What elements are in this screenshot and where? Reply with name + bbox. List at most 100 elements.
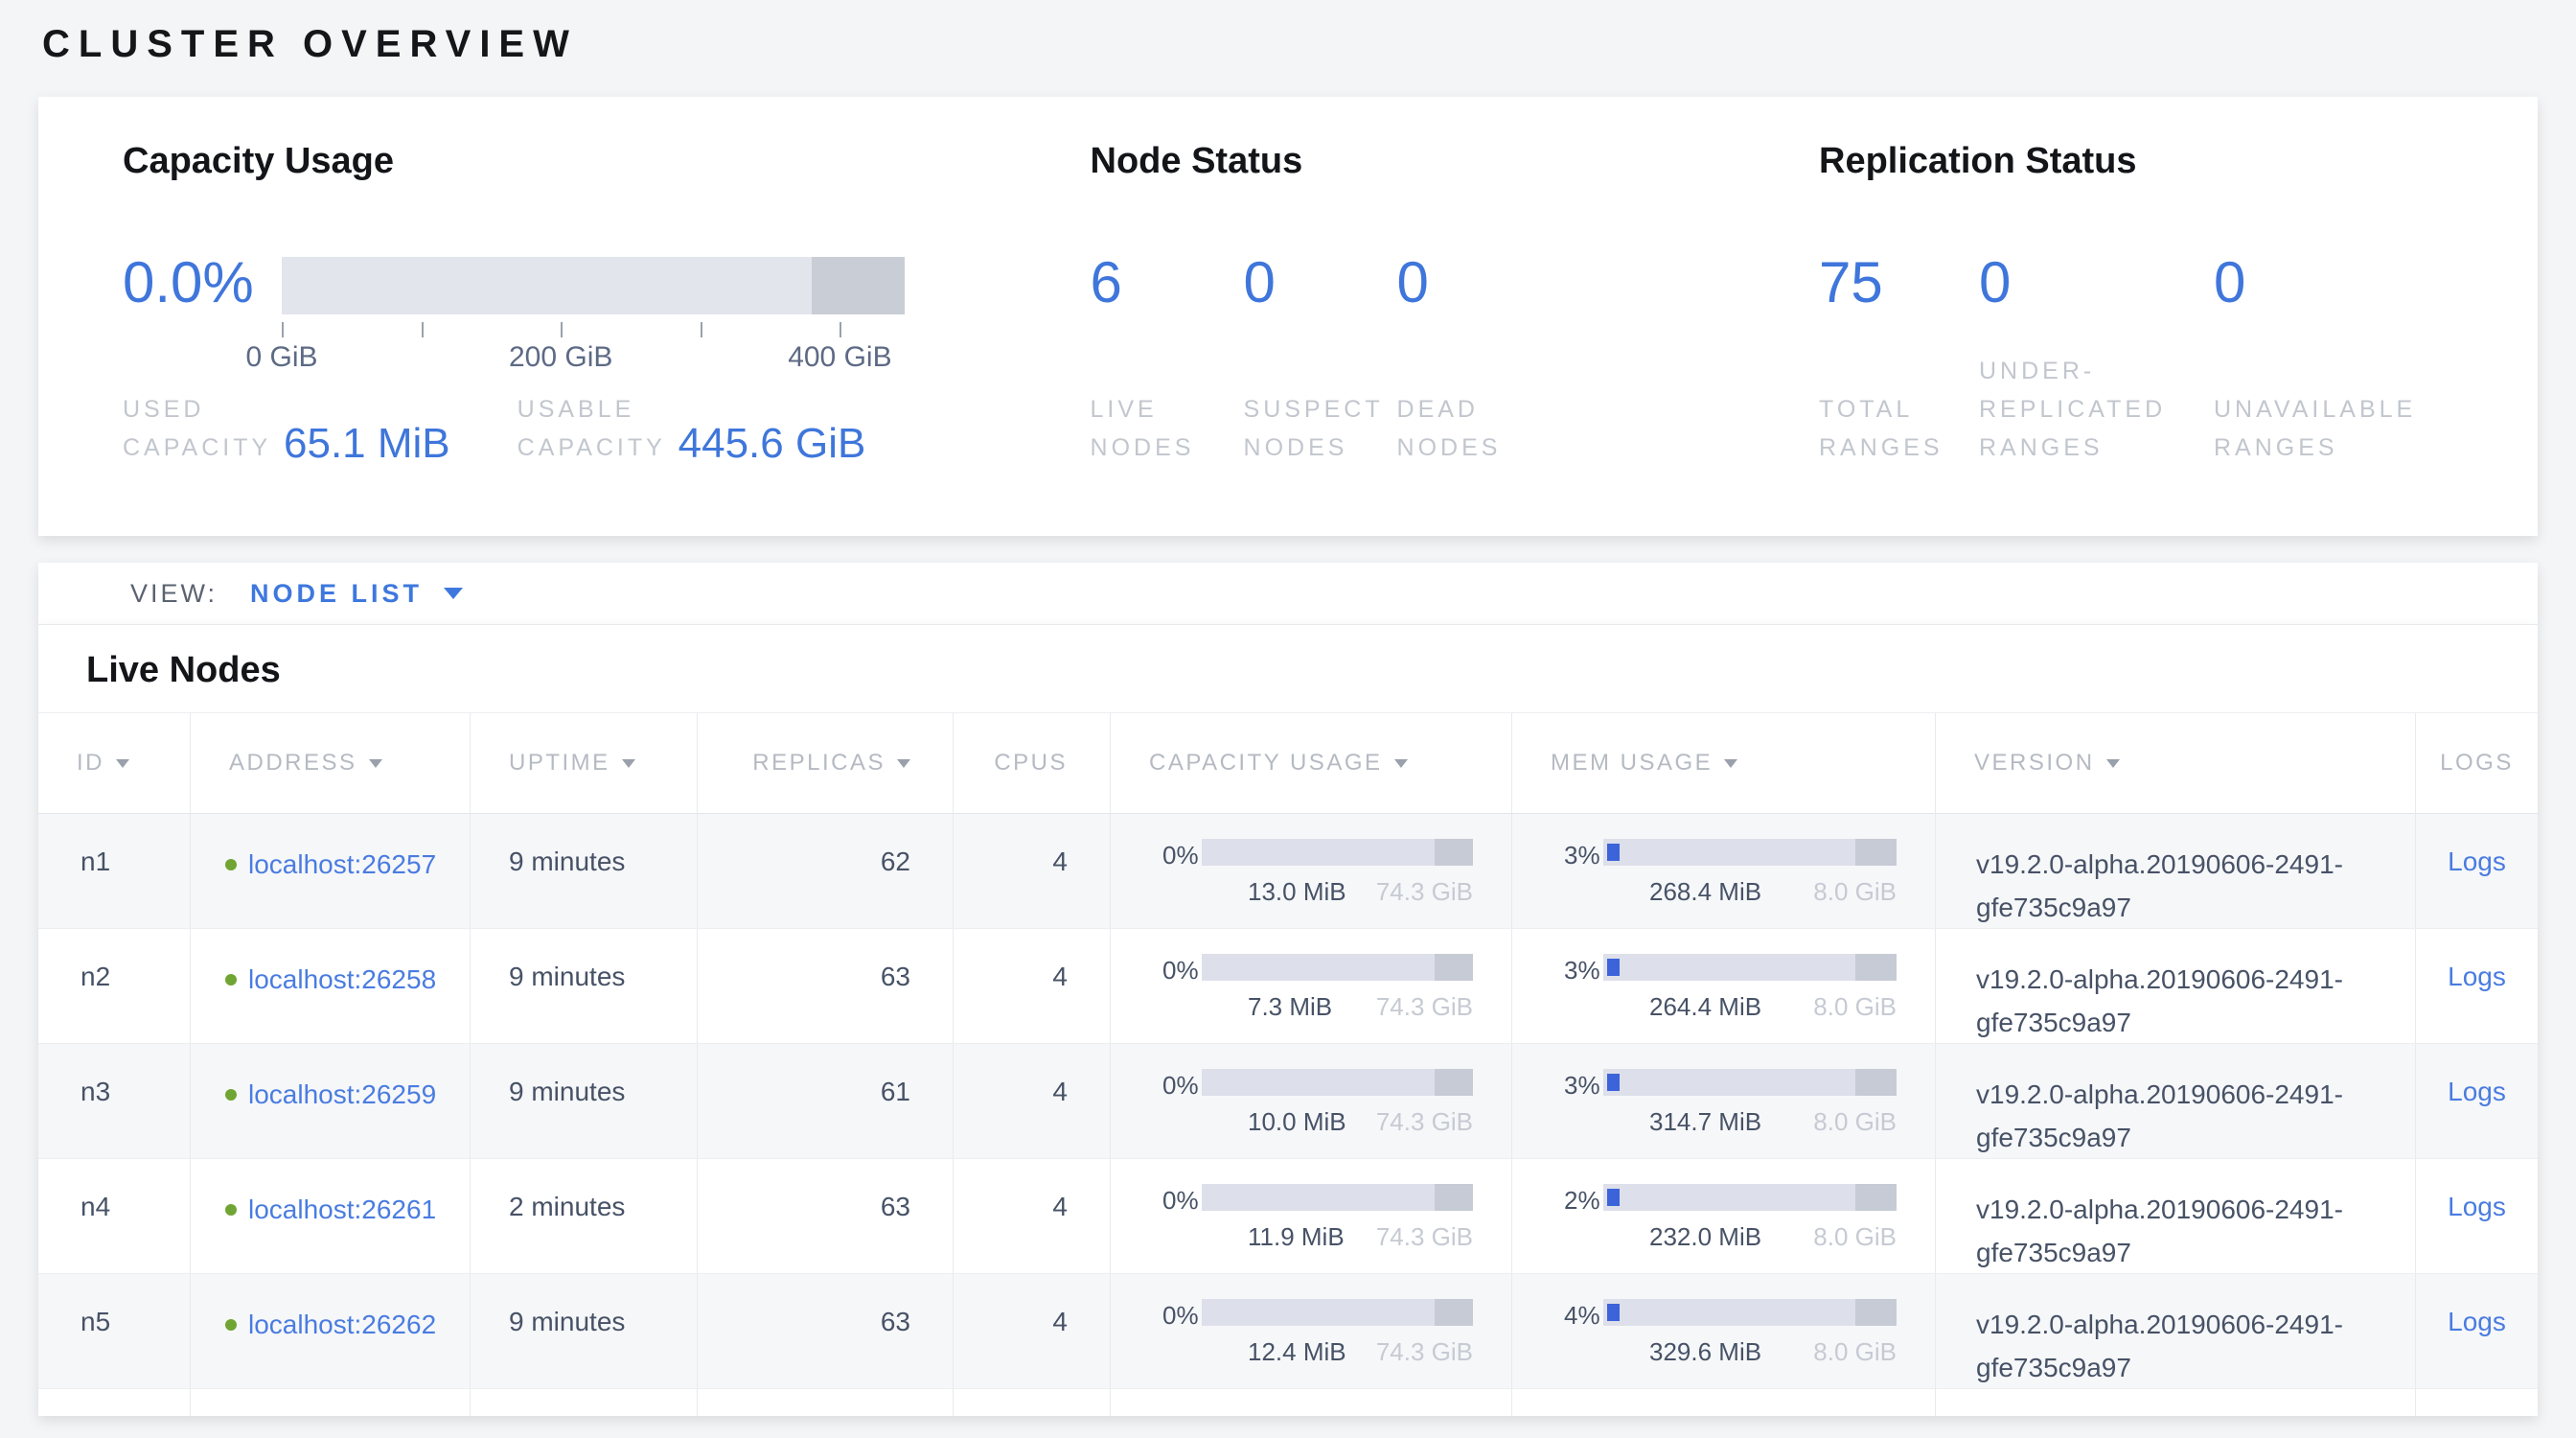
capacity-total-value: 74.3 GiB [1376, 992, 1473, 1022]
node-uptime-cell: 9 minutes [470, 929, 697, 1043]
capacity-total-value: 74.3 GiB [1376, 877, 1473, 907]
unavailable-ranges-metric: 0 UNAVAILABLE RANGES [2214, 251, 2453, 467]
axis-tick [282, 322, 284, 337]
logs-link[interactable]: Logs [2448, 847, 2506, 876]
node-cpus-cell: 4 [953, 929, 1110, 1043]
total-ranges-metric: 75 TOTAL RANGES [1819, 251, 1979, 467]
column-header-address[interactable]: ADDRESS [190, 713, 470, 813]
under-replicated-ranges-metric: 0 UNDER-REPLICATED RANGES [1979, 251, 2214, 467]
capacity-other-segment [1435, 839, 1473, 866]
mem-total-value: 8.0 GiB [1813, 1222, 1897, 1252]
column-header-mem-usage[interactable]: MEM USAGE [1511, 713, 1935, 813]
node-cpus-cell: 4 [953, 1044, 1110, 1158]
capacity-gauge: 0.0% 0 GiB 200 GiB 400 [123, 251, 1091, 374]
axis-tick [422, 322, 424, 337]
mem-usage-cell: 3% 264.4 MiB 8.0 GiB [1511, 929, 1935, 1043]
node-replicas-cell: 63 [697, 929, 953, 1043]
capacity-used-value: 11.9 MiB [1248, 1222, 1345, 1252]
node-address-link[interactable]: localhost:26262 [248, 1310, 436, 1339]
live-nodes-card: Live Nodes ID ADDRESS UPTIME REPLICAS CP… [38, 624, 2538, 1416]
usable-capacity-stat: USABLE CAPACITY 445.6 GiB [518, 390, 866, 467]
logs-link[interactable]: Logs [2448, 962, 2506, 991]
capacity-total-value: 74.3 GiB [1376, 1222, 1473, 1252]
mem-percent-label: 3% [1564, 839, 1603, 928]
node-id-cell: n3 [38, 1044, 190, 1158]
node-live-dot-icon [225, 1204, 237, 1216]
mem-used-fill [1607, 959, 1620, 976]
summary-card: Capacity Usage 0.0% 0 GiB [38, 97, 2538, 536]
capacity-usage-cell: 0% 10.0 MiB 74.3 GiB [1110, 1044, 1511, 1158]
axis-label: 400 GiB [788, 341, 891, 374]
capacity-total-value: 74.3 GiB [1376, 1107, 1473, 1137]
column-header-capacity-usage[interactable]: CAPACITY USAGE [1110, 713, 1511, 813]
capacity-axis-ticks [282, 314, 905, 337]
node-address-link[interactable]: localhost:26259 [248, 1079, 436, 1109]
capacity-percent-label: 0% [1162, 954, 1202, 1043]
node-logs-cell: Logs [2415, 1159, 2538, 1273]
column-header-replicas[interactable]: REPLICAS [697, 713, 953, 813]
table-row-partial [38, 1389, 2538, 1416]
mem-usage-bar [1603, 1184, 1897, 1211]
logs-link[interactable]: Logs [2448, 1307, 2506, 1336]
replication-status-metrics: 75 TOTAL RANGES 0 UNDER-REPLICATED RANGE… [1819, 251, 2453, 467]
capacity-total-value: 74.3 GiB [1376, 1337, 1473, 1367]
capacity-percent-label: 0% [1162, 839, 1202, 928]
table-row: n5 localhost:26262 9 minutes 63 4 0% 12.… [38, 1274, 2538, 1389]
node-address-link[interactable]: localhost:26261 [248, 1194, 436, 1224]
column-header-version[interactable]: VERSION [1935, 713, 2415, 813]
capacity-usage-bar [1202, 1184, 1473, 1211]
axis-tick [840, 322, 841, 337]
view-label: VIEW: [130, 579, 218, 609]
view-selected-value: NODE LIST [250, 579, 423, 609]
mem-used-value: 264.4 MiB [1649, 992, 1761, 1022]
mem-total-value: 8.0 GiB [1813, 1107, 1897, 1137]
column-header-id[interactable]: ID [38, 713, 190, 813]
capacity-other-segment [1435, 1184, 1473, 1211]
mem-used-fill [1607, 1074, 1620, 1091]
used-capacity-stat: USED CAPACITY 65.1 MiB [123, 390, 450, 467]
sort-arrow-icon [622, 759, 635, 768]
mem-usage-bar [1603, 1299, 1897, 1326]
capacity-usage-cell: 0% 11.9 MiB 74.3 GiB [1110, 1159, 1511, 1273]
live-nodes-label: LIVE NODES [1091, 390, 1225, 467]
live-nodes-metric: 6 LIVE NODES [1091, 251, 1244, 467]
capacity-other-segment [1435, 954, 1473, 981]
chevron-down-icon [444, 588, 463, 599]
usable-capacity-label: USABLE CAPACITY [518, 390, 663, 467]
node-version-cell: v19.2.0-alpha.20190606-2491-gfe735c9a97 [1935, 1274, 2415, 1388]
node-address-cell: localhost:26262 [190, 1274, 470, 1388]
live-nodes-count: 6 [1091, 251, 1244, 314]
cluster-overview-page: CLUSTER OVERVIEW Capacity Usage 0.0% [0, 0, 2576, 1416]
node-version-cell: v19.2.0-alpha.20190606-2491-gfe735c9a97 [1935, 814, 2415, 928]
capacity-usage-bar [1202, 954, 1473, 981]
node-version-cell: v19.2.0-alpha.20190606-2491-gfe735c9a97 [1935, 1159, 2415, 1273]
node-address-link[interactable]: localhost:26257 [248, 849, 436, 879]
column-header-uptime[interactable]: UPTIME [470, 713, 697, 813]
sort-arrow-icon [1394, 759, 1408, 768]
capacity-usage-cell: 0% 7.3 MiB 74.3 GiB [1110, 929, 1511, 1043]
capacity-usage-cell: 0% 13.0 MiB 74.3 GiB [1110, 814, 1511, 928]
node-cpus-cell: 4 [953, 1274, 1110, 1388]
node-address-link[interactable]: localhost:26258 [248, 964, 436, 994]
axis-tick [561, 322, 563, 337]
node-logs-cell: Logs [2415, 929, 2538, 1043]
unavailable-ranges-label: UNAVAILABLE RANGES [2214, 390, 2434, 467]
table-row: n3 localhost:26259 9 minutes 61 4 0% 10.… [38, 1044, 2538, 1159]
logs-link[interactable]: Logs [2448, 1192, 2506, 1221]
suspect-nodes-label: SUSPECT NODES [1244, 390, 1378, 467]
capacity-usage-bar [1202, 839, 1473, 866]
sort-arrow-icon [369, 759, 382, 768]
mem-percent-label: 2% [1564, 1184, 1603, 1273]
table-row: n2 localhost:26258 9 minutes 63 4 0% 7.3… [38, 929, 2538, 1044]
node-uptime-cell: 9 minutes [470, 814, 697, 928]
mem-total-value: 8.0 GiB [1813, 1337, 1897, 1367]
capacity-percent-label: 0% [1162, 1069, 1202, 1158]
logs-link[interactable]: Logs [2448, 1077, 2506, 1106]
node-live-dot-icon [225, 1319, 237, 1331]
table-body: n1 localhost:26257 9 minutes 62 4 0% 13.… [38, 814, 2538, 1389]
live-nodes-title: Live Nodes [38, 625, 2538, 712]
used-capacity-value: 65.1 MiB [284, 421, 450, 467]
node-replicas-cell: 61 [697, 1044, 953, 1158]
view-selector-dropdown[interactable]: NODE LIST [250, 579, 463, 609]
mem-used-value: 329.6 MiB [1649, 1337, 1761, 1367]
